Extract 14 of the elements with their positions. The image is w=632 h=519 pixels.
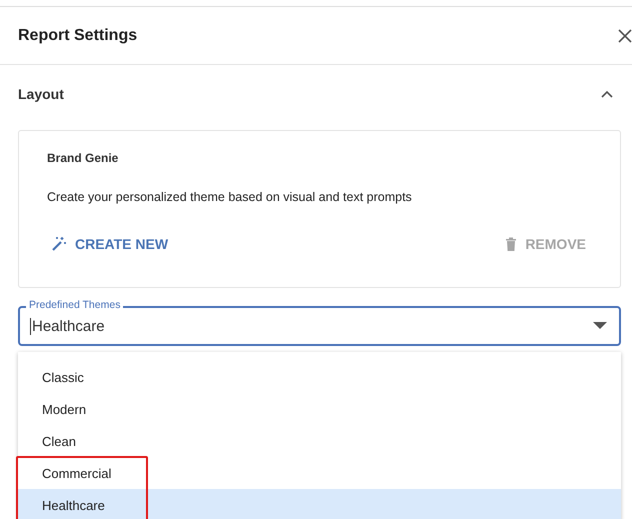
section-title: Layout: [18, 86, 64, 102]
create-new-button[interactable]: CREATE NEW: [45, 232, 174, 256]
menu-option[interactable]: Classic: [18, 361, 621, 393]
menu-option[interactable]: Modern: [18, 393, 621, 425]
trash-icon: [505, 237, 518, 251]
menu-option[interactable]: Clean: [18, 425, 621, 457]
card-description: Create your personalized theme based on visual and text prompts: [47, 190, 413, 204]
caret-icon: [593, 322, 607, 330]
menu-option[interactable]: Commercial: [18, 457, 621, 489]
card-title: Brand Genie: [47, 151, 120, 165]
magic-wand-icon: [51, 236, 67, 252]
panel-title: Report Settings: [18, 26, 138, 44]
close-icon[interactable]: [617, 28, 632, 44]
menu-option[interactable]: Healthcare: [18, 489, 621, 519]
